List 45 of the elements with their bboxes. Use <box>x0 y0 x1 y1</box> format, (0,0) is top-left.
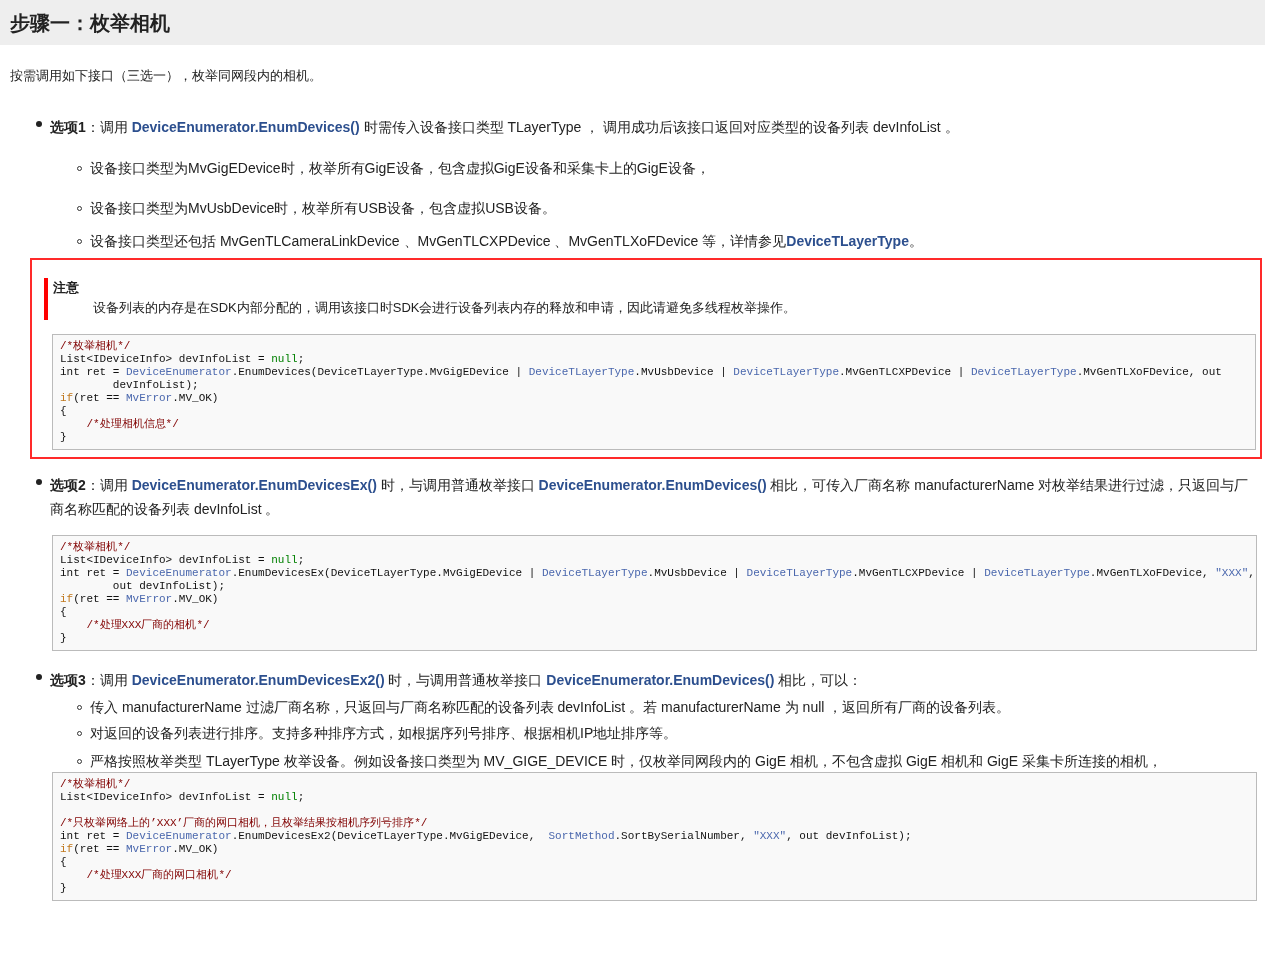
code-line: } <box>60 882 68 895</box>
bullet-text: 设备接口类型为MvUsbDevice时，枚举所有USB设备，包含虚拟USB设备。 <box>90 199 556 218</box>
code-line: { <box>60 606 68 619</box>
api-link[interactable]: DeviceEnumerator.EnumDevicesEx2() <box>131 672 385 688</box>
code-line: /*处理XXX厂商的相机*/ <box>85 619 211 632</box>
bullet-text: 严格按照枚举类型 TLayerType 枚举设备。例如设备接口类型为 MV_GIGE_DEVICE 时，仅枚举同网段内的 GigE 相机，不包含虚拟 GigE 相机和 GigE 采集卡所连接的相机， <box>90 752 1162 771</box>
api-link[interactable]: DeviceEnumerator.EnumDevices() <box>546 672 775 688</box>
code-line: /*枚举相机*/ <box>60 340 132 353</box>
api-link[interactable]: DeviceEnumerator.EnumDevices() <box>538 477 767 493</box>
api-link[interactable]: DeviceEnumerator.EnumDevicesEx() <box>131 477 377 493</box>
code-line: /*枚举相机*/ <box>60 778 132 791</box>
code-line: devInfoList); <box>111 379 200 392</box>
code-line: List<IDeviceInfo> devInfoList = null; <box>60 791 306 804</box>
intro-text: 按需调用如下接口（三选一），枚举同网段内的相机。 <box>10 68 323 84</box>
page-heading: 步骤一：枚举相机 <box>10 10 170 36</box>
code-line: /*处理相机信息*/ <box>85 418 180 431</box>
code-line: if(ret == MvError.MV_OK) <box>60 392 220 405</box>
code-line: /*处理XXX厂商的网口相机*/ <box>85 869 233 882</box>
note-title: 注意 <box>53 279 80 297</box>
code-line: out devInfoList); <box>111 580 227 593</box>
note-text: 设备列表的内存是在SDK内部分配的，调用该接口时SDK会进行设备列表内存的释放和申请，因此请避免多线程枚举操作。 <box>92 299 798 317</box>
bullet-icon <box>36 121 42 127</box>
code-line: int ret = DeviceEnumerator.EnumDevices(DeviceTLayerType.MvGigEDevice | DeviceTLayerType.MvUsbDevice | DeviceTLayerType.MvGenTLCXPDevice | DeviceTLayerType.MvGenTLXoFDevice, out <box>60 366 1223 379</box>
code-line: int ret = DeviceEnumerator.EnumDevicesEx2(DeviceTLayerType.MvGigEDevice, SortMethod.SortBySerialNumber, "XXX", out devInfoList); <box>60 830 913 843</box>
code-line: /*只枚举网络上的’XXX’厂商的网口相机，且枚举结果按相机序列号排序*/ <box>60 817 429 830</box>
code-line: { <box>60 856 68 869</box>
code-line: } <box>60 632 68 645</box>
code-line: if(ret == MvError.MV_OK) <box>60 593 220 606</box>
code-line: List<IDeviceInfo> devInfoList = null; <box>60 353 306 366</box>
bullet-icon <box>36 674 42 680</box>
bullet-text: 选项1：调用 DeviceEnumerator.EnumDevices() 时需传入设备接口类型 TLayerType ， 调用成功后该接口返回对应类型的设备列表 devInfoList 。 <box>50 118 959 137</box>
code-line: if(ret == MvError.MV_OK) <box>60 843 220 856</box>
code-line: } <box>60 431 68 444</box>
api-link[interactable]: DeviceEnumerator.EnumDevices() <box>131 119 360 135</box>
bullet-text: 选项2：调用 DeviceEnumerator.EnumDevicesEx() 时，与调用普通枚举接口 DeviceEnumerator.EnumDevices() 相比，可传入厂商名称 manufacturerName 对枚举结果进行过滤，只返回与厂商名称匹配的设备列表 devInfoList 。 <box>50 476 1250 519</box>
code-line: List<IDeviceInfo> devInfoList = null; <box>60 554 306 567</box>
bullet-text: 选项3：调用 DeviceEnumerator.EnumDevicesEx2() 时，与调用普通枚举接口 DeviceEnumerator.EnumDevices() 相比，可以： <box>50 671 863 690</box>
code-line: { <box>60 405 68 418</box>
code-line: /*枚举相机*/ <box>60 541 132 554</box>
bullet-text: 对返回的设备列表进行排序。支持多种排序方式，如根据序列号排序、根据相机IP地址排序等。 <box>90 724 678 743</box>
api-link[interactable]: DeviceTLayerType <box>786 233 909 249</box>
bullet-icon <box>36 479 42 485</box>
bullet-text: 设备接口类型还包括 MvGenTLCameraLinkDevice 、MvGenTLCXPDevice 、MvGenTLXoFDevice 等，详情参见DeviceTLayerType。 <box>90 232 923 251</box>
bullet-text: 传入 manufacturerName 过滤厂商名称，只返回与厂商名称匹配的设备列表 devInfoList 。若 manufacturerName 为 null ，返回所有厂商的设备列表。 <box>90 698 1011 717</box>
bullet-text: 设备接口类型为MvGigEDevice时，枚举所有GigE设备，包含虚拟GigE设备和采集卡上的GigE设备， <box>90 159 710 178</box>
